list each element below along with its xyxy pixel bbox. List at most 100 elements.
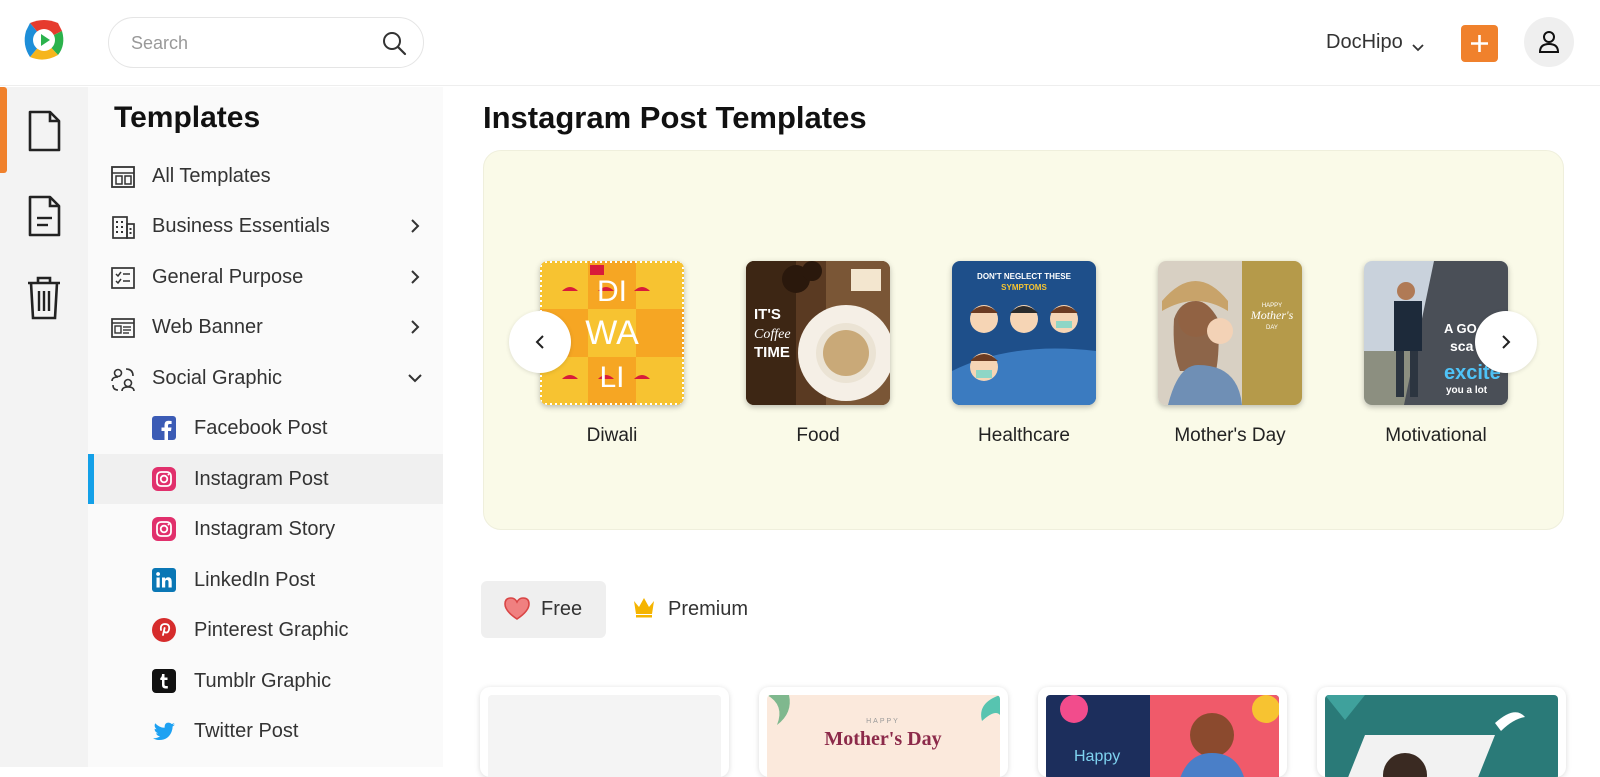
template-thumbnail: Happy xyxy=(1046,695,1279,777)
sidebar-item-label: Tumblr Graphic xyxy=(194,670,332,692)
sidebar-item-tumblr-graphic[interactable]: Tumblr Graphic xyxy=(88,656,443,706)
category-carousel: DI WA LI Diwali IT'S Coffee TIME Food DO… xyxy=(483,150,1564,530)
carousel-next-button[interactable] xyxy=(1475,311,1537,373)
sidebar-item-facebook-post[interactable]: Facebook Post xyxy=(88,403,443,453)
instagram-icon xyxy=(152,517,176,541)
tumblr-icon xyxy=(152,669,176,693)
sidebar-item-label: Social Graphic xyxy=(152,367,283,389)
template-thumbnail: HAPPY Mother's Day xyxy=(767,695,1000,777)
sidebar-item-all-templates[interactable]: All Templates xyxy=(88,151,443,201)
user-avatar-button[interactable] xyxy=(1524,17,1574,67)
svg-text:DON'T NEGLECT THESE: DON'T NEGLECT THESE xyxy=(977,272,1072,281)
checklist-icon xyxy=(110,265,136,291)
sidebar-item-label: Facebook Post xyxy=(194,417,328,439)
building-icon xyxy=(110,214,136,240)
pinterest-icon xyxy=(152,618,176,642)
search-input[interactable] xyxy=(131,30,371,56)
carousel-prev-button[interactable] xyxy=(509,311,571,373)
chevron-right-icon[interactable] xyxy=(408,270,422,284)
category-label: Motivational xyxy=(1385,425,1487,446)
sidebar-item-label: Instagram Post xyxy=(194,468,329,490)
filter-label: Premium xyxy=(668,598,749,620)
search-box xyxy=(108,17,424,68)
sidebar-item-label: Web Banner xyxy=(152,316,263,338)
linkedin-icon xyxy=(152,568,176,592)
top-header: DocHipo xyxy=(0,0,1600,86)
web-banner-icon xyxy=(110,315,136,341)
plus-icon xyxy=(1471,35,1488,52)
template-card[interactable] xyxy=(1317,687,1566,777)
twitter-icon xyxy=(152,719,176,743)
svg-text:sca: sca xyxy=(1450,338,1474,354)
sidebar-item-label: Pinterest Graphic xyxy=(194,619,349,641)
search-icon[interactable] xyxy=(381,30,407,56)
sidebar-item-label: Twitter Post xyxy=(194,720,299,742)
template-thumbnail xyxy=(1325,695,1558,777)
sidebar-item-general-purpose[interactable]: General Purpose xyxy=(88,252,443,302)
svg-text:you a lot: you a lot xyxy=(1446,385,1488,396)
trash-icon[interactable] xyxy=(26,275,62,320)
category-card-healthcare[interactable]: DON'T NEGLECT THESE SYMPTOMS Healthcare xyxy=(952,261,1096,447)
svg-text:Coffee: Coffee xyxy=(754,327,791,342)
create-new-button[interactable] xyxy=(1461,25,1498,62)
sidebar-item-business-essentials[interactable]: Business Essentials xyxy=(88,201,443,251)
svg-text:Mother's: Mother's xyxy=(1250,308,1294,322)
sidebar-item-label: Instagram Story xyxy=(194,518,336,540)
instagram-icon xyxy=(152,467,176,491)
sidebar-item-instagram-post[interactable]: Instagram Post xyxy=(88,454,443,504)
chevron-right-icon xyxy=(1502,335,1511,349)
template-grid-icon xyxy=(110,164,136,190)
filter-premium-button[interactable]: Premium xyxy=(630,581,770,638)
svg-text:TIME: TIME xyxy=(754,344,790,361)
sidebar-item-linkedin-post[interactable]: LinkedIn Post xyxy=(88,555,443,605)
user-icon xyxy=(1538,31,1560,53)
svg-text:Mother's Day: Mother's Day xyxy=(824,728,941,750)
sidebar-item-label: General Purpose xyxy=(152,266,304,288)
category-thumbnail: HAPPY Mother's DAY xyxy=(1158,261,1302,405)
svg-text:Happy: Happy xyxy=(1074,748,1120,765)
sidebar-item-web-banner[interactable]: Web Banner xyxy=(88,302,443,352)
category-label: Food xyxy=(796,425,840,446)
svg-text:IT'S: IT'S xyxy=(754,306,781,323)
sidebar-item-social-graphic[interactable]: Social Graphic xyxy=(88,353,443,403)
chevron-right-icon[interactable] xyxy=(408,219,422,233)
category-card-mothers-day[interactable]: HAPPY Mother's DAY Mother's Day xyxy=(1158,261,1302,447)
template-card[interactable]: HAPPY Mother's Day xyxy=(759,687,1008,777)
category-label: Diwali xyxy=(586,425,638,446)
sidebar-item-instagram-story[interactable]: Instagram Story xyxy=(88,504,443,554)
chevron-down-icon[interactable] xyxy=(408,371,422,385)
filter-free-button[interactable]: Free xyxy=(481,581,606,638)
rail-active-indicator xyxy=(0,87,7,173)
svg-text:DI: DI xyxy=(597,275,627,308)
svg-text:DAY: DAY xyxy=(1266,325,1278,331)
category-thumbnail: IT'S Coffee TIME xyxy=(746,261,890,405)
svg-text:HAPPY: HAPPY xyxy=(866,718,900,725)
category-label: Healthcare xyxy=(978,425,1070,446)
svg-text:LI: LI xyxy=(599,361,624,394)
category-card-food[interactable]: IT'S Coffee TIME Food xyxy=(746,261,890,447)
heart-icon xyxy=(503,596,531,626)
templates-document-icon[interactable] xyxy=(26,109,62,153)
category-label: Mother's Day xyxy=(1174,425,1286,446)
templates-sidebar: Templates All Templates Business Essenti… xyxy=(88,87,443,767)
chevron-left-icon xyxy=(535,335,544,349)
sidebar-item-pinterest-graphic[interactable]: Pinterest Graphic xyxy=(88,605,443,655)
account-name: DocHipo xyxy=(1326,30,1403,53)
social-users-icon xyxy=(110,366,136,392)
dochipo-logo[interactable] xyxy=(22,17,66,63)
chevron-right-icon[interactable] xyxy=(408,320,422,334)
template-card[interactable] xyxy=(480,687,729,777)
my-documents-icon[interactable] xyxy=(26,194,62,238)
sidebar-title: Templates xyxy=(114,101,261,134)
sidebar-item-twitter-post[interactable]: Twitter Post xyxy=(88,706,443,756)
sidebar-item-label: LinkedIn Post xyxy=(194,569,316,591)
svg-text:SYMPTOMS: SYMPTOMS xyxy=(1001,283,1047,292)
icon-rail xyxy=(0,87,88,767)
page-title: Instagram Post Templates xyxy=(483,100,867,135)
chevron-down-icon xyxy=(1412,36,1424,52)
crown-icon xyxy=(632,596,656,623)
template-card[interactable]: Happy xyxy=(1038,687,1287,777)
category-thumbnail: DON'T NEGLECT THESE SYMPTOMS xyxy=(952,261,1096,405)
svg-text:A GO: A GO xyxy=(1444,321,1477,336)
account-switcher[interactable]: DocHipo xyxy=(1326,28,1424,56)
